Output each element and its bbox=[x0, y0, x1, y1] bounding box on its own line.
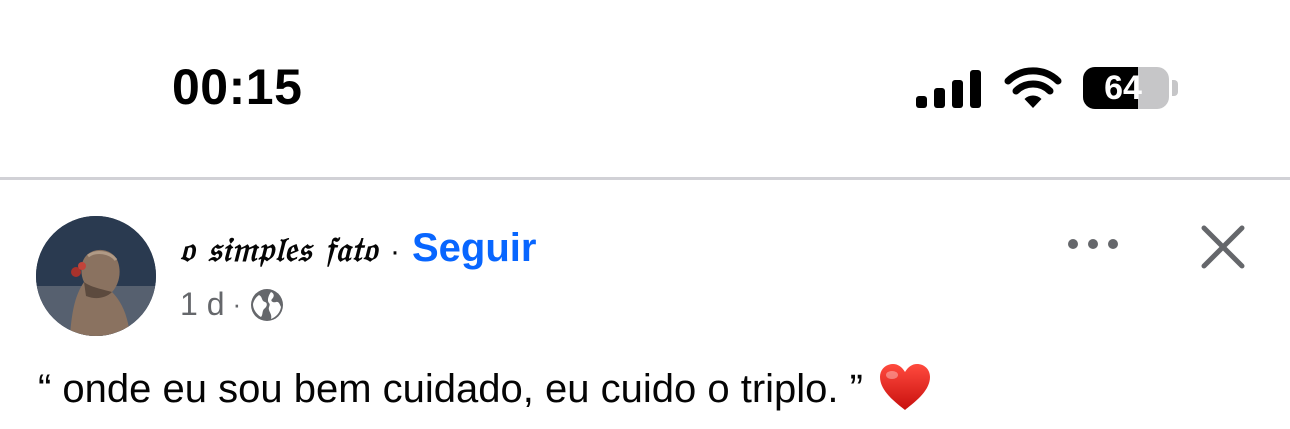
post-time[interactable]: 1 d bbox=[180, 286, 224, 323]
avatar[interactable] bbox=[36, 216, 156, 336]
post-body: “ onde eu sou bem cuidado, eu cuido o tr… bbox=[38, 362, 932, 412]
author-line: 𝔬 𝔰𝔦𝔪𝔭𝔩𝔢𝔰 𝔣𝔞𝔱𝔬 · Seguir bbox=[180, 226, 536, 271]
more-options-icon[interactable] bbox=[1066, 232, 1120, 256]
author-separator: · bbox=[389, 235, 400, 268]
status-time: 00:15 bbox=[172, 59, 303, 115]
close-icon[interactable] bbox=[1200, 224, 1246, 270]
status-bar: 00:15 64 bbox=[0, 0, 1290, 178]
cellular-signal-icon bbox=[916, 70, 982, 108]
red-heart-icon bbox=[880, 364, 931, 410]
battery-percent: 64 bbox=[1104, 68, 1142, 107]
globe-icon bbox=[251, 288, 284, 321]
post-text: “ onde eu sou bem cuidado, eu cuido o tr… bbox=[38, 367, 863, 411]
battery-cap bbox=[1172, 80, 1178, 96]
meta-separator: · bbox=[232, 289, 242, 319]
battery-icon: 64 bbox=[1083, 67, 1169, 109]
post-meta: 1 d · bbox=[180, 286, 285, 323]
wifi-icon bbox=[1004, 67, 1062, 108]
author-name[interactable]: 𝔬 𝔰𝔦𝔪𝔭𝔩𝔢𝔰 𝔣𝔞𝔱𝔬 bbox=[180, 230, 378, 270]
post-header: 𝔬 𝔰𝔦𝔪𝔭𝔩𝔢𝔰 𝔣𝔞𝔱𝔬 · Seguir 1 d · bbox=[0, 180, 1290, 350]
follow-button[interactable]: Seguir bbox=[412, 226, 536, 271]
